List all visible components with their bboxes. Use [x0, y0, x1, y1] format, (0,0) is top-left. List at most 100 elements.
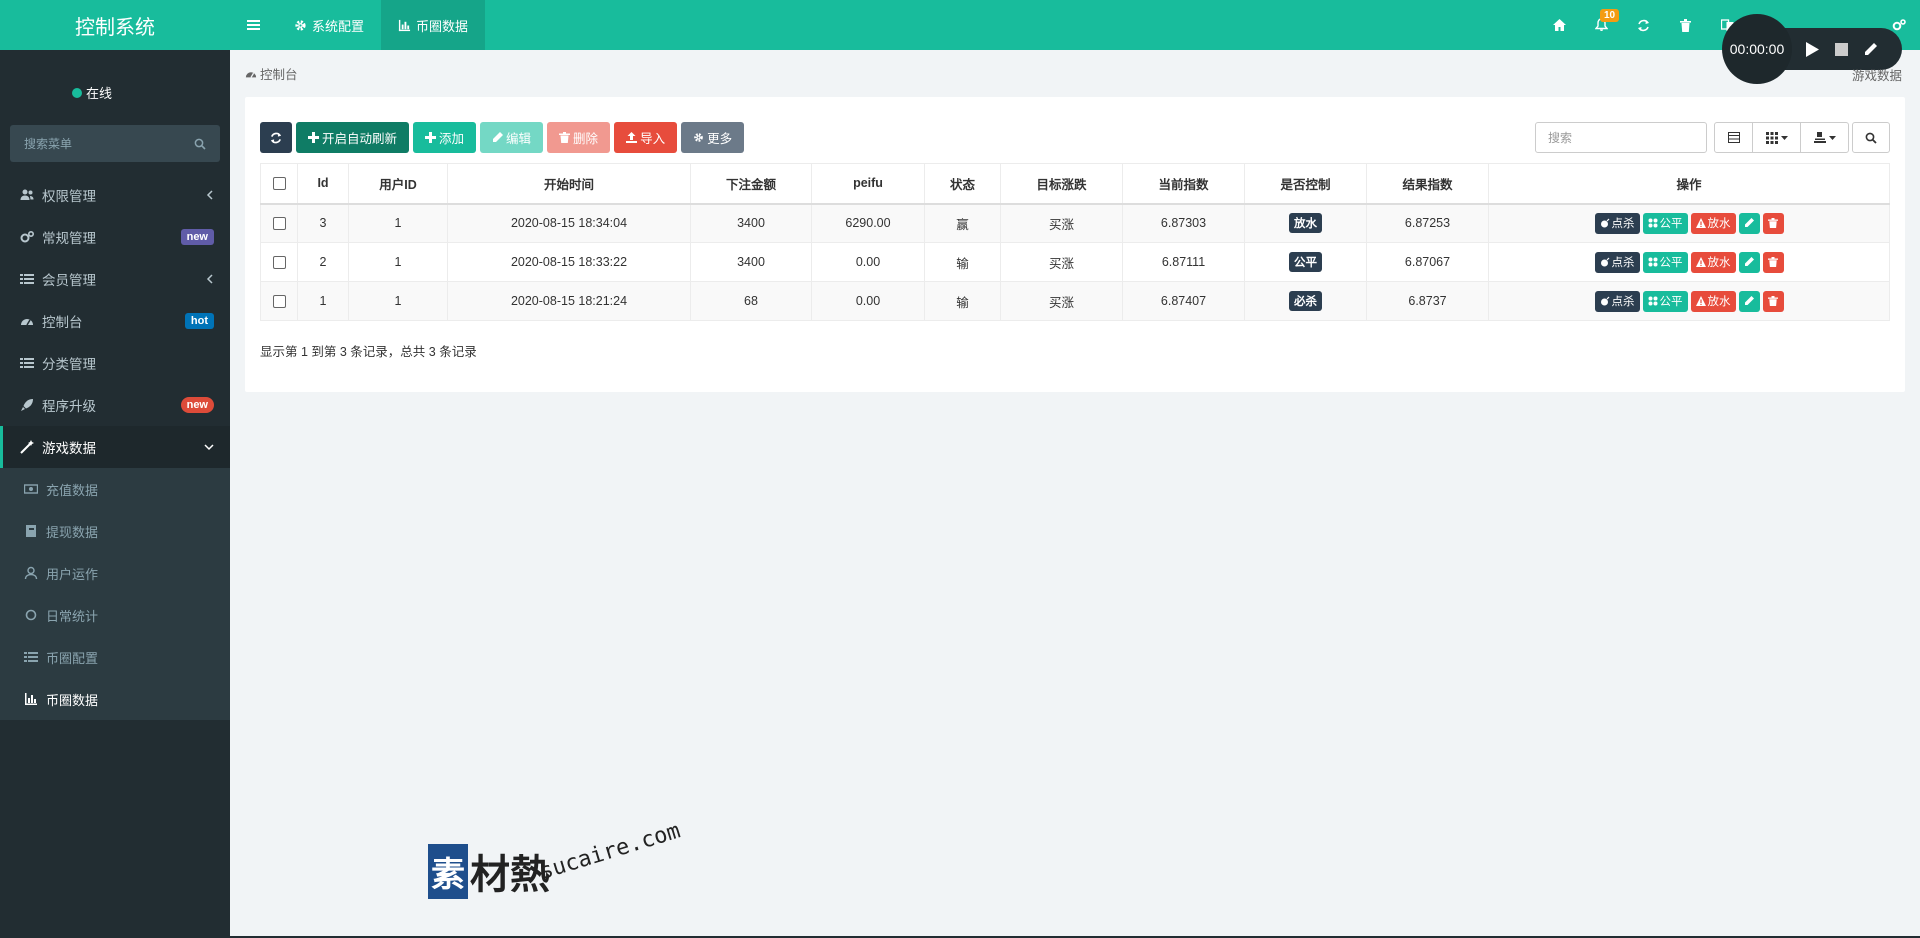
gear-icon [295, 19, 306, 31]
sidebar-toggle-button[interactable] [230, 0, 277, 50]
refresh-button[interactable] [1622, 0, 1664, 50]
record-play-button[interactable] [1806, 42, 1819, 57]
cell-target: 买涨 [1000, 242, 1123, 282]
advanced-search-button[interactable] [1852, 122, 1890, 153]
app-logo[interactable]: 控制系统 [0, 0, 230, 50]
sidebar-item-permissions[interactable]: 权限管理 [0, 174, 230, 216]
cell-start-time: 2020-08-15 18:21:24 [447, 281, 691, 321]
column-header[interactable]: 状态 [924, 163, 1001, 205]
table-search-placeholder: 搜索 [1548, 131, 1573, 145]
fair-button[interactable]: 公平 [1642, 212, 1688, 234]
export-button[interactable] [1800, 122, 1849, 153]
row-edit-button[interactable] [1738, 251, 1760, 273]
cell-result-index: 6.87253 [1366, 203, 1489, 243]
dashboard-icon [245, 71, 257, 78]
cell-current-index: 6.87303 [1122, 203, 1245, 243]
row-checkbox[interactable] [272, 255, 286, 269]
cell-peifu: 6290.00 [811, 203, 925, 243]
watermark-brand-text: 材熱 [470, 851, 550, 898]
sidebar-subitem-daily-stats[interactable]: 日常统计 [0, 594, 230, 636]
columns-toggle-button[interactable] [1752, 122, 1801, 153]
kill-button[interactable]: 点杀 [1594, 251, 1640, 273]
pencil-icon [1745, 296, 1754, 305]
column-header[interactable]: peifu [811, 163, 925, 205]
more-button[interactable]: 更多 [681, 122, 745, 153]
fair-label: 公平 [1659, 296, 1683, 308]
delete-button[interactable]: 删除 [547, 122, 611, 153]
auto-refresh-button[interactable]: 开启自动刷新 [296, 122, 410, 153]
sidebar-item-label: 常规管理 [42, 231, 96, 246]
row-edit-button[interactable] [1738, 212, 1760, 234]
table-search: 搜索 [1535, 122, 1707, 153]
row-checkbox[interactable] [272, 216, 286, 230]
select-all-checkbox[interactable] [272, 176, 286, 190]
kill-button[interactable]: 点杀 [1594, 290, 1640, 312]
sidebar-subitem-recharge[interactable]: 充值数据 [0, 468, 230, 510]
column-header[interactable]: 是否控制 [1244, 163, 1367, 205]
cell-start-time: 2020-08-15 18:33:22 [447, 242, 691, 282]
record-stop-button[interactable] [1835, 43, 1848, 56]
warning-icon [1695, 296, 1706, 306]
column-header[interactable]: Id [297, 163, 349, 205]
column-header[interactable]: 下注金额 [690, 163, 812, 205]
bomb-icon [1600, 296, 1609, 306]
breadcrumb-link[interactable]: 控制台 [260, 64, 298, 83]
column-header[interactable]: 当前指数 [1122, 163, 1245, 205]
pagination-summary: 显示第 1 到第 3 条记录，总共 3 条记录 [260, 345, 477, 359]
row-delete-button[interactable] [1762, 290, 1784, 312]
row-checkbox[interactable] [272, 294, 286, 308]
sidebar-item-category[interactable]: 分类管理 [0, 342, 230, 384]
column-header[interactable]: 开始时间 [447, 163, 691, 205]
record-draw-button[interactable] [1863, 42, 1878, 57]
edit-button[interactable]: 编辑 [480, 122, 544, 153]
search-icon [194, 138, 206, 150]
control-label: 必杀 [1289, 291, 1322, 311]
row-select-cell [260, 203, 298, 243]
sidebar-subitem-coin-data[interactable]: 币圈数据 [0, 678, 230, 720]
fair-button[interactable]: 公平 [1642, 251, 1688, 273]
sidebar-item-game-data[interactable]: 游戏数据 [0, 426, 230, 468]
release-button[interactable]: 放水 [1690, 212, 1736, 234]
row-delete-button[interactable] [1762, 251, 1784, 273]
row-delete-button[interactable] [1762, 212, 1784, 234]
notifications-button[interactable]: 10 [1580, 0, 1622, 50]
sidebar-search-input[interactable]: 搜索菜单 [10, 125, 220, 162]
release-button[interactable]: 放水 [1690, 290, 1736, 312]
plus-icon [425, 132, 437, 143]
toggle-view-button[interactable] [1714, 122, 1753, 153]
cell-amount: 3400 [690, 203, 812, 243]
sidebar-item-upgrade[interactable]: 程序升级 new [0, 384, 230, 426]
sidebar-subitem-coin-config[interactable]: 币圈配置 [0, 636, 230, 678]
sidebar-subitem-withdraw[interactable]: 提现数据 [0, 510, 230, 552]
pencil-icon [1865, 43, 1877, 55]
cell-start-time: 2020-08-15 18:34:04 [447, 203, 691, 243]
fair-button[interactable]: 公平 [1642, 290, 1688, 312]
row-edit-button[interactable] [1738, 290, 1760, 312]
tab-coin-data[interactable]: 币圈数据 [381, 0, 486, 50]
refresh-button[interactable] [260, 122, 292, 153]
clear-cache-button[interactable] [1664, 0, 1706, 50]
column-header[interactable]: 结果指数 [1366, 163, 1489, 205]
add-button[interactable]: 添加 [413, 122, 477, 153]
release-label: 放水 [1707, 296, 1731, 308]
sidebar-item-dashboard[interactable]: 控制台 hot [0, 300, 230, 342]
column-header[interactable]: 用户ID [348, 163, 448, 205]
table-header-row: Id 用户ID 开始时间 下注金额 peifu 状态 目标涨跌 当前指数 是否控… [260, 163, 1890, 205]
cogs-icon [20, 231, 34, 243]
sidebar-item-general[interactable]: 常规管理 new [0, 216, 230, 258]
sidebar-item-label: 程序升级 [42, 399, 96, 414]
hot-badge: hot [184, 313, 214, 329]
kill-button[interactable]: 点杀 [1594, 212, 1640, 234]
release-button[interactable]: 放水 [1690, 251, 1736, 273]
book-icon [26, 525, 36, 537]
sidebar-subitem-user-ops[interactable]: 用户运作 [0, 552, 230, 594]
tab-system-config[interactable]: 系统配置 [277, 0, 381, 50]
sidebar-item-members[interactable]: 会员管理 [0, 258, 230, 300]
stop-icon [1835, 43, 1848, 56]
import-button[interactable]: 导入 [614, 122, 678, 153]
home-button[interactable] [1538, 0, 1580, 50]
table-toolbar: 开启自动刷新 添加 编辑 删除 导入 更多 [260, 122, 748, 153]
column-header[interactable]: 目标涨跌 [1000, 163, 1123, 205]
refresh-icon [270, 132, 282, 143]
table-search-input[interactable]: 搜索 [1535, 122, 1707, 153]
